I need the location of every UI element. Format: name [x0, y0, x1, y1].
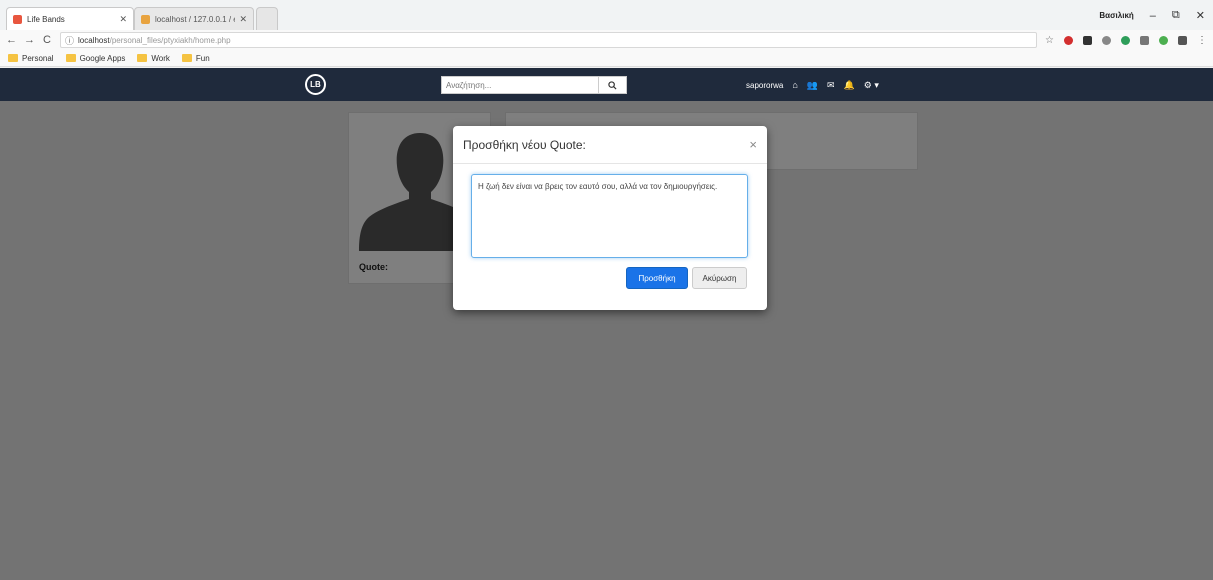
tab-title: localhost / 127.0.0.1 / ev — [155, 14, 236, 24]
browser-profile-name[interactable]: Βασιλική — [1099, 11, 1133, 20]
username-link[interactable]: sapororwa — [746, 81, 783, 90]
tab-favicon-icon — [13, 14, 22, 24]
modal-header: Προσθήκη νέου Quote: × — [453, 126, 767, 164]
site-info-icon[interactable]: ⓘ — [65, 34, 74, 47]
tab-close-icon[interactable]: ✕ — [239, 14, 247, 25]
settings-icon[interactable]: ⚙ ▾ — [864, 80, 879, 91]
extension-icon[interactable] — [1140, 35, 1149, 45]
modal-footer: Προσθήκη Ακύρωση — [453, 267, 767, 289]
tab-favicon-icon — [141, 14, 150, 24]
modal-title: Προσθήκη νέου Quote: — [463, 137, 586, 152]
extension-icons: ☆ ⋮ — [1045, 35, 1207, 46]
bookmark-label: Personal — [22, 53, 54, 63]
search-button[interactable] — [599, 76, 627, 94]
folder-icon — [8, 54, 18, 62]
browser-toolbar: ← → C ⓘ localhost /personal_files/ptyxia… — [0, 30, 1213, 50]
restore-button[interactable]: ⧉ — [1172, 9, 1180, 22]
reload-button[interactable]: C — [42, 34, 52, 46]
url-host: localhost — [78, 35, 110, 45]
tab-close-icon[interactable]: ✕ — [119, 14, 127, 25]
browser-tab[interactable]: localhost / 127.0.0.1 / ev ✕ — [134, 7, 254, 30]
nav-links: sapororwa ⌂ 👥 ✉ 🔔 ⚙ ▾ — [746, 78, 879, 92]
opera-icon[interactable] — [1064, 35, 1073, 45]
quote-textarea[interactable]: Η ζωή δεν είναι να βρεις τον εαυτό σου, … — [471, 174, 748, 258]
minimize-button[interactable]: – — [1150, 10, 1156, 22]
add-quote-button[interactable]: Προσθήκη — [626, 267, 688, 289]
bookmark-folder[interactable]: Work — [137, 54, 170, 63]
site-navbar: LB sapororwa ⌂ 👥 ✉ 🔔 ⚙ ▾ — [0, 68, 1213, 101]
bookmark-folder[interactable]: Google Apps — [65, 53, 126, 63]
bookmark-folder[interactable]: Personal — [8, 54, 54, 63]
browser-tab-active[interactable]: Life Bands ✕ — [6, 7, 134, 30]
browser-tabstrip: Life Bands ✕ localhost / 127.0.0.1 / ev … — [0, 0, 1213, 30]
address-bar[interactable]: ⓘ localhost /personal_files/ptyxiakh/hom… — [60, 32, 1038, 48]
notifications-icon[interactable]: 🔔 — [844, 80, 855, 91]
site-logo[interactable]: LB — [305, 74, 326, 95]
bookmark-label: Work — [151, 53, 170, 63]
folder-icon — [65, 54, 76, 62]
cancel-button[interactable]: Ακύρωση — [692, 267, 747, 289]
bookmark-folder[interactable]: Fun — [181, 53, 210, 63]
star-icon[interactable]: ☆ — [1045, 35, 1054, 46]
tab-title: Life Bands — [27, 14, 65, 24]
search-input[interactable] — [441, 76, 599, 94]
messages-icon[interactable]: ✉ — [827, 80, 835, 91]
extension-icon[interactable] — [1083, 35, 1092, 45]
url-path: /personal_files/ptyxiakh/home.php — [109, 35, 231, 45]
menu-icon[interactable]: ⋮ — [1197, 35, 1207, 46]
search-icon — [608, 80, 617, 90]
folder-icon — [137, 54, 148, 62]
extension-icon[interactable] — [1102, 35, 1111, 45]
window-controls: Βασιλική – ⧉ ✕ — [1099, 9, 1205, 22]
folder-icon — [181, 54, 192, 62]
extension-icon[interactable] — [1178, 35, 1187, 45]
bookmark-label: Google Apps — [79, 53, 126, 63]
add-quote-modal: Προσθήκη νέου Quote: × Η ζωή δεν είναι ν… — [453, 126, 767, 310]
forward-button[interactable]: → — [24, 34, 35, 46]
bookmarks-bar: Personal Google Apps Work Fun — [0, 50, 1213, 67]
close-icon[interactable]: × — [749, 137, 757, 152]
extension-icon[interactable] — [1159, 35, 1168, 45]
home-icon[interactable]: ⌂ — [792, 80, 797, 90]
modal-body: Η ζωή δεν είναι να βρεις τον εαυτό σου, … — [453, 164, 767, 261]
site-search — [441, 76, 627, 94]
back-button[interactable]: ← — [6, 34, 17, 46]
new-tab-button[interactable] — [256, 7, 278, 30]
friends-icon[interactable]: 👥 — [807, 80, 818, 91]
bookmark-label: Fun — [195, 53, 210, 63]
extension-icon[interactable] — [1121, 35, 1130, 45]
close-window-button[interactable]: ✕ — [1196, 9, 1205, 22]
